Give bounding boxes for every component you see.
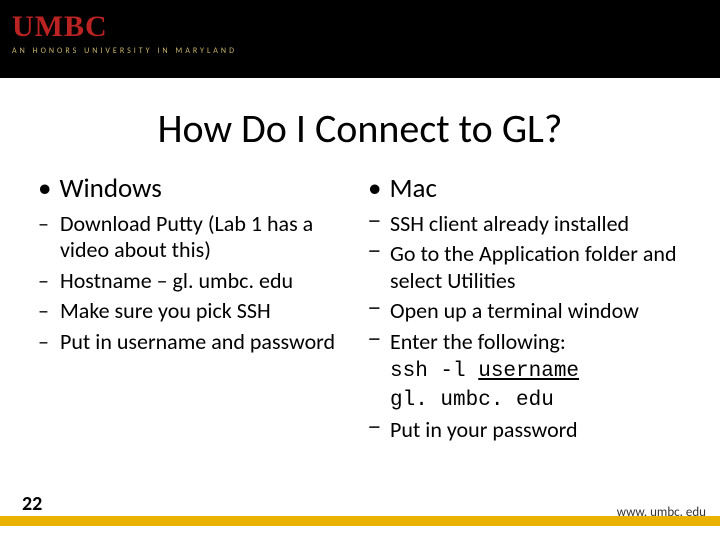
list-item: gl. umbc. edu: [368, 388, 682, 413]
right-heading: •Mac: [368, 172, 682, 205]
right-column: •Mac −SSH client already installed −Go t…: [360, 172, 690, 448]
list-text: Download Putty (Lab 1 has a video about …: [60, 211, 352, 264]
list-item: ssh -l username: [368, 359, 682, 384]
code-username: username: [478, 360, 579, 383]
left-heading: •Windows: [38, 172, 352, 205]
logo-text: UMBC: [12, 10, 708, 44]
list-item: –Make sure you pick SSH: [38, 298, 352, 324]
list-item: –Hostname – gl. umbc. edu: [38, 268, 352, 294]
dash-icon: –: [38, 268, 60, 294]
dash-icon: −: [368, 329, 390, 355]
footer-url: www. umbc. edu: [617, 505, 706, 520]
logo-tagline: AN HONORS UNIVERSITY IN MARYLAND: [12, 46, 708, 56]
dash-icon: −: [368, 417, 390, 443]
dash-icon: −: [368, 211, 390, 237]
list-item: −SSH client already installed: [368, 211, 682, 237]
page-number: 22: [22, 492, 42, 516]
right-list: −SSH client already installed −Go to the…: [368, 211, 682, 444]
list-text: Open up a terminal window: [390, 298, 682, 324]
list-text: Enter the following:: [390, 329, 682, 355]
slide-title: How Do I Connect to GL?: [0, 104, 720, 153]
left-heading-text: Windows: [59, 172, 161, 205]
dash-icon: –: [38, 298, 60, 324]
list-text: SSH client already installed: [390, 211, 682, 237]
list-item: −Enter the following:: [368, 329, 682, 355]
list-item: −Put in your password: [368, 417, 682, 443]
dash-icon: –: [38, 211, 60, 264]
list-text: Go to the Application folder and select …: [390, 241, 682, 294]
dash-icon: [368, 388, 390, 413]
accent-bar: [0, 516, 720, 526]
slide: UMBC AN HONORS UNIVERSITY IN MARYLAND Ho…: [0, 0, 720, 540]
list-item: −Go to the Application folder and select…: [368, 241, 682, 294]
dash-icon: [368, 359, 390, 384]
list-text: Make sure you pick SSH: [60, 298, 352, 324]
list-text: Hostname – gl. umbc. edu: [60, 268, 352, 294]
dash-icon: –: [38, 329, 60, 355]
code-line: ssh -l username: [390, 359, 682, 384]
list-item: –Put in username and password: [38, 329, 352, 355]
left-column: •Windows –Download Putty (Lab 1 has a vi…: [30, 172, 360, 448]
list-item: –Download Putty (Lab 1 has a video about…: [38, 211, 352, 264]
list-item: −Open up a terminal window: [368, 298, 682, 324]
code-pre: ssh -l: [390, 360, 478, 383]
content-columns: •Windows –Download Putty (Lab 1 has a vi…: [30, 172, 690, 448]
header-band: UMBC AN HONORS UNIVERSITY IN MARYLAND: [0, 0, 720, 78]
left-list: –Download Putty (Lab 1 has a video about…: [38, 211, 352, 355]
bullet-icon: •: [38, 172, 51, 205]
dash-icon: −: [368, 241, 390, 294]
dash-icon: −: [368, 298, 390, 324]
bullet-icon: •: [368, 172, 381, 205]
list-text: Put in username and password: [60, 329, 352, 355]
list-text: Put in your password: [390, 417, 682, 443]
code-line: gl. umbc. edu: [390, 388, 682, 413]
right-heading-text: Mac: [389, 172, 436, 205]
